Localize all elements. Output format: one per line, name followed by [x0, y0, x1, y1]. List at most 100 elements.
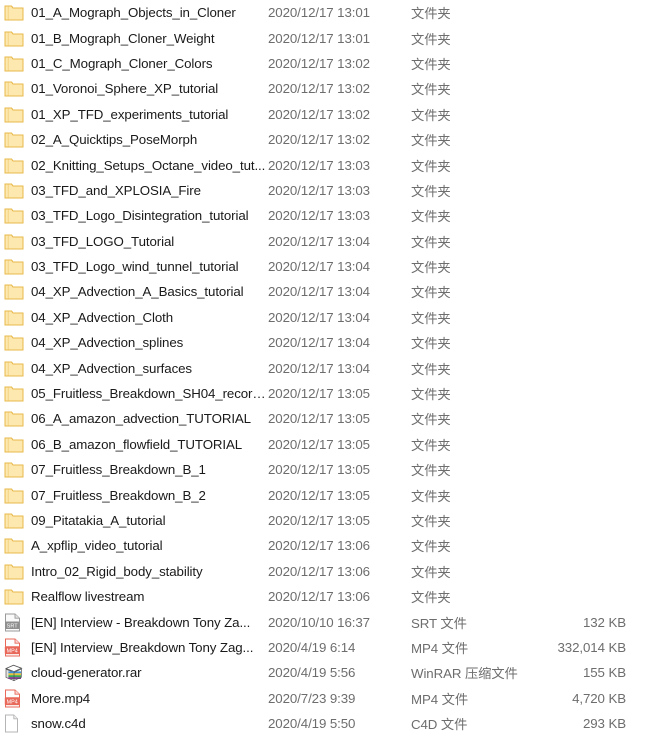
- file-date-modified: 2020/7/23 9:39: [268, 690, 356, 706]
- file-date-modified: 2020/12/17 13:03: [268, 157, 370, 173]
- file-name[interactable]: 06_A_amazon_advection_TUTORIAL: [31, 411, 268, 426]
- folder-icon: [4, 358, 28, 378]
- file-list-details-view[interactable]: 01_A_Mograph_Objects_in_Cloner 2020/12/17…: [0, 0, 666, 733]
- file-type: 文件夹: [411, 133, 451, 149]
- file-row[interactable]: 01_A_Mograph_Objects_in_Cloner 2020/12/17…: [0, 0, 666, 25]
- file-type: 文件夹: [411, 209, 451, 225]
- file-name[interactable]: 02_A_Quicktips_PoseMorph: [31, 132, 268, 147]
- file-name[interactable]: cloud-generator.rar: [31, 665, 268, 680]
- file-type: 文件夹: [411, 183, 451, 199]
- folder-icon: [4, 231, 28, 251]
- file-type: 文件夹: [411, 82, 451, 98]
- file-row[interactable]: 07_Fruitless_Breakdown_B_2 2020/12/17 13:…: [0, 482, 666, 507]
- file-name[interactable]: 01_B_Mograph_Cloner_Weight: [31, 31, 268, 46]
- file-name[interactable]: 03_TFD_and_XPLOSIA_Fire: [31, 183, 268, 198]
- file-date-modified: 2020/4/19 5:50: [268, 716, 356, 732]
- file-type: 文件夹: [411, 285, 451, 301]
- file-size: 332,014 KB: [557, 639, 627, 655]
- file-name[interactable]: 04_XP_Advection_splines: [31, 335, 268, 350]
- file-type: 文件夹: [411, 6, 451, 22]
- file-date-modified: 2020/12/17 13:05: [268, 436, 370, 452]
- file-row[interactable]: MP4 [EN] Interview_Breakdown Tony Zag... 2…: [0, 635, 666, 660]
- file-row[interactable]: SRT [EN] Interview - Breakdown Tony Za...…: [0, 609, 666, 634]
- file-size: 155 KB: [582, 665, 626, 681]
- file-date-modified: 2020/12/17 13:04: [268, 360, 370, 376]
- mp4-file-icon: MP4: [4, 688, 28, 708]
- file-name[interactable]: More.mp4: [31, 691, 268, 706]
- file-row[interactable]: 04_XP_Advection_surfaces 2020/12/17 13:04…: [0, 355, 666, 380]
- folder-icon: [4, 511, 28, 531]
- file-type: 文件夹: [411, 336, 451, 352]
- file-row[interactable]: Realflow livestream 2020/12/17 13:06 文件夹: [0, 584, 666, 609]
- file-row[interactable]: snow.c4d 2020/4/19 5:50 C4D 文件 293 KB: [0, 711, 666, 736]
- file-row[interactable]: 06_B_amazon_flowfield_TUTORIAL 2020/12/17…: [0, 432, 666, 457]
- file-name[interactable]: 01_XP_TFD_experiments_tutorial: [31, 107, 268, 122]
- svg-text:MP4: MP4: [7, 699, 18, 705]
- file-date-modified: 2020/12/17 13:02: [268, 81, 370, 97]
- file-name[interactable]: 01_C_Mograph_Cloner_Colors: [31, 56, 268, 71]
- file-type: 文件夹: [411, 387, 451, 403]
- file-name[interactable]: 04_XP_Advection_A_Basics_tutorial: [31, 284, 268, 299]
- file-row[interactable]: 03_TFD_and_XPLOSIA_Fire 2020/12/17 13:03 文…: [0, 178, 666, 203]
- file-name[interactable]: snow.c4d: [31, 716, 268, 731]
- file-name[interactable]: [EN] Interview - Breakdown Tony Za...: [31, 615, 268, 630]
- file-type: 文件夹: [411, 590, 451, 606]
- file-name[interactable]: [EN] Interview_Breakdown Tony Zag...: [31, 640, 268, 655]
- file-row[interactable]: 06_A_amazon_advection_TUTORIAL 2020/12/17…: [0, 406, 666, 431]
- file-row[interactable]: 03_TFD_Logo_wind_tunnel_tutorial 2020/12/…: [0, 254, 666, 279]
- file-name[interactable]: 07_Fruitless_Breakdown_B_2: [31, 488, 268, 503]
- file-row[interactable]: 01_B_Mograph_Cloner_Weight 2020/12/17 13:…: [0, 25, 666, 50]
- file-row[interactable]: 03_TFD_LOGO_Tutorial 2020/12/17 13:04 文件夹: [0, 229, 666, 254]
- svg-text:SRT: SRT: [7, 623, 19, 629]
- file-date-modified: 2020/12/17 13:05: [268, 513, 370, 528]
- file-row[interactable]: 04_XP_Advection_Cloth 2020/12/17 13:04 文件夹: [0, 305, 666, 330]
- file-row[interactable]: 01_Voronoi_Sphere_XP_tutorial 2020/12/17 …: [0, 76, 666, 101]
- file-row[interactable]: 01_C_Mograph_Cloner_Colors 2020/12/17 13:…: [0, 51, 666, 76]
- file-name[interactable]: A_xpflip_video_tutorial: [31, 538, 268, 553]
- file-date-modified: 2020/4/19 5:56: [268, 665, 356, 681]
- file-row[interactable]: 02_A_Quicktips_PoseMorph 2020/12/17 13:02…: [0, 127, 666, 152]
- winrar-archive-icon: [4, 663, 28, 683]
- file-type: 文件夹: [411, 488, 451, 504]
- file-row[interactable]: 03_TFD_Logo_Disintegration_tutorial 2020/…: [0, 203, 666, 228]
- file-type: 文件夹: [411, 56, 451, 72]
- file-name[interactable]: 09_Pitatakia_A_tutorial: [31, 513, 268, 528]
- file-type: 文件夹: [411, 412, 451, 428]
- file-row[interactable]: 01_XP_TFD_experiments_tutorial 2020/12/17…: [0, 102, 666, 127]
- file-name[interactable]: 06_B_amazon_flowfield_TUTORIAL: [31, 437, 268, 452]
- file-name[interactable]: Realflow livestream: [31, 589, 268, 604]
- file-row[interactable]: A_xpflip_video_tutorial 2020/12/17 13:06 文…: [0, 533, 666, 558]
- file-name[interactable]: Intro_02_Rigid_body_stability: [31, 564, 268, 579]
- file-row[interactable]: 07_Fruitless_Breakdown_B_1 2020/12/17 13:…: [0, 457, 666, 482]
- file-date-modified: 2020/12/17 13:06: [268, 589, 370, 605]
- file-size: 293 KB: [582, 716, 626, 732]
- file-name[interactable]: 05_Fruitless_Breakdown_SH04_record...: [31, 386, 268, 401]
- file-row[interactable]: 04_XP_Advection_splines 2020/12/17 13:04 文…: [0, 330, 666, 355]
- folder-icon: [4, 155, 28, 175]
- file-date-modified: 2020/12/17 13:04: [268, 309, 370, 325]
- file-row[interactable]: cloud-generator.rar 2020/4/19 5:56 WinRAR …: [0, 660, 666, 685]
- file-type: 文件夹: [411, 564, 451, 580]
- file-name[interactable]: 03_TFD_LOGO_Tutorial: [31, 234, 268, 249]
- file-row[interactable]: Intro_02_Rigid_body_stability 2020/12/17 …: [0, 559, 666, 584]
- file-row[interactable]: 02_Knitting_Setups_Octane_video_tut... 20…: [0, 152, 666, 177]
- file-name[interactable]: 07_Fruitless_Breakdown_B_1: [31, 462, 268, 477]
- folder-icon: [4, 130, 28, 150]
- file-row[interactable]: 05_Fruitless_Breakdown_SH04_record... 202…: [0, 381, 666, 406]
- file-name[interactable]: 04_XP_Advection_Cloth: [31, 310, 268, 325]
- file-row[interactable]: MP4 More.mp4 2020/7/23 9:39 MP4 文件 4,720 KB: [0, 686, 666, 711]
- file-name[interactable]: 02_Knitting_Setups_Octane_video_tut...: [31, 158, 268, 173]
- file-size: 132 KB: [582, 614, 626, 630]
- file-name[interactable]: 03_TFD_Logo_wind_tunnel_tutorial: [31, 259, 268, 274]
- folder-icon: [4, 28, 28, 48]
- file-row[interactable]: 04_XP_Advection_A_Basics_tutorial 2020/12…: [0, 279, 666, 304]
- file-type: 文件夹: [411, 463, 451, 479]
- file-name[interactable]: 03_TFD_Logo_Disintegration_tutorial: [31, 208, 268, 223]
- file-name[interactable]: 01_Voronoi_Sphere_XP_tutorial: [31, 81, 268, 96]
- file-date-modified: 2020/4/19 6:14: [268, 639, 356, 655]
- file-type: 文件夹: [411, 361, 451, 377]
- file-row[interactable]: 09_Pitatakia_A_tutorial 2020/12/17 13:05 文…: [0, 508, 666, 533]
- folder-icon: [4, 206, 28, 226]
- file-name[interactable]: 04_XP_Advection_surfaces: [31, 361, 268, 376]
- file-name[interactable]: 01_A_Mograph_Objects_in_Cloner: [31, 5, 268, 20]
